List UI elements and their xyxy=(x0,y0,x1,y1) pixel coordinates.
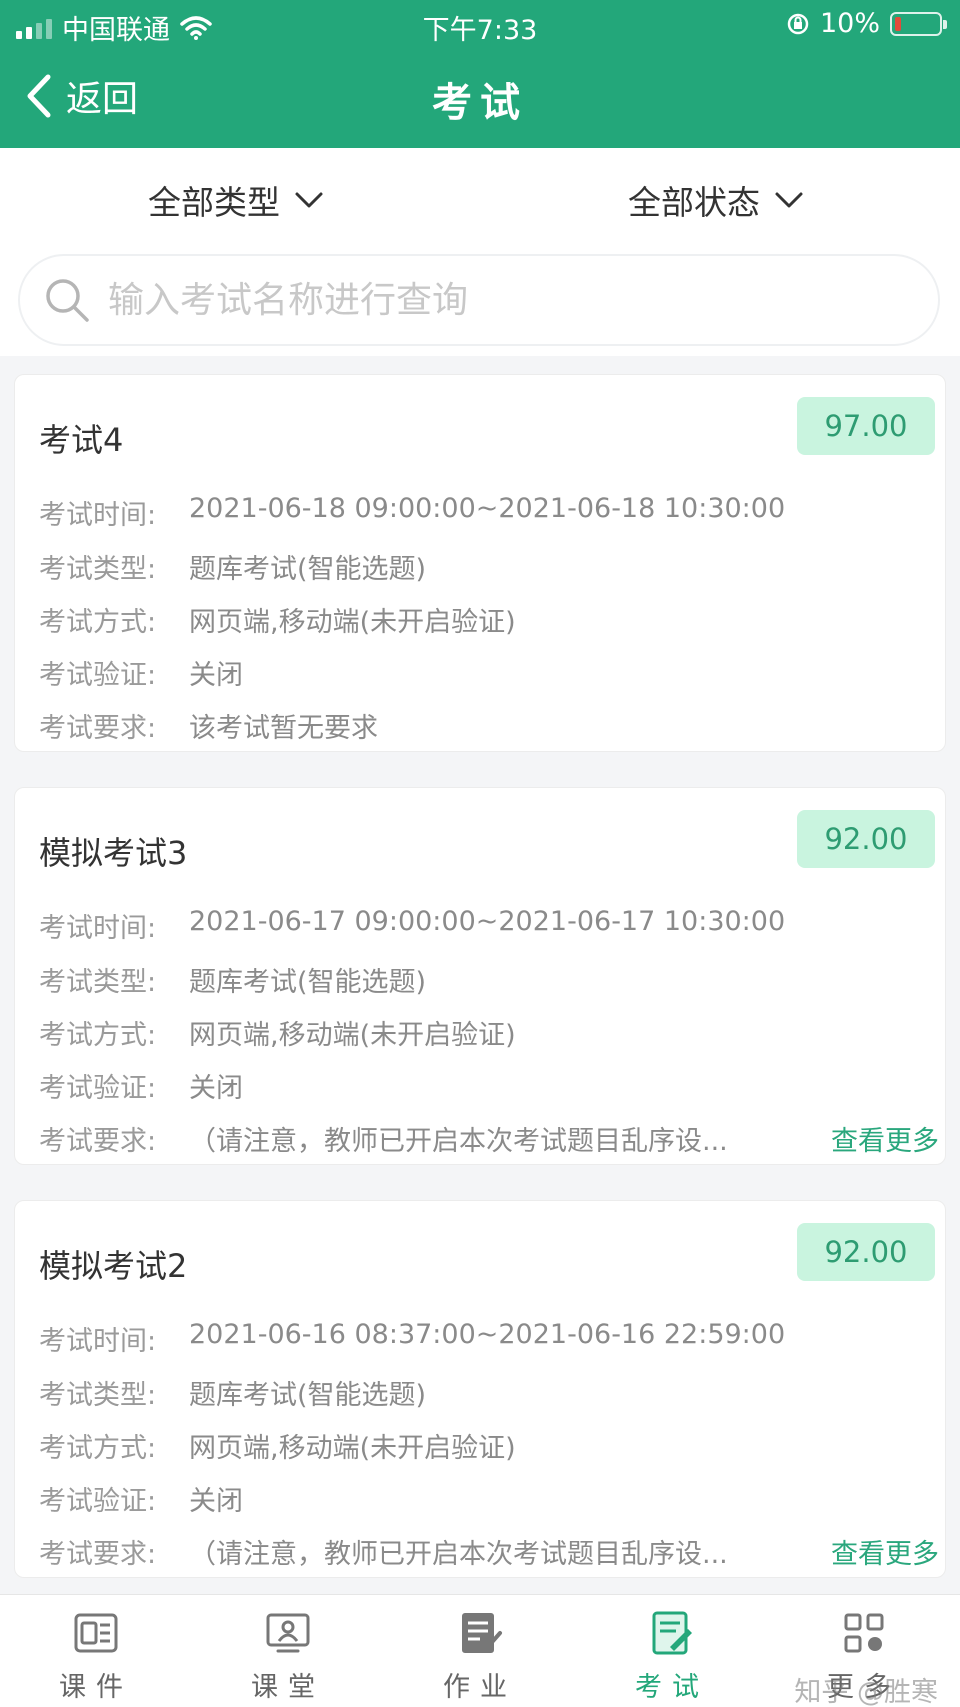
page-title: 考试 xyxy=(432,80,528,126)
exam-title: 模拟考试2 xyxy=(39,1247,188,1285)
battery-percent: 10% xyxy=(819,8,880,39)
field-label: 考试时间: xyxy=(39,913,157,944)
exam-require: 该考试暂无要求 xyxy=(189,713,378,744)
exam-card[interactable]: 模拟考试3 92.00 考试时间: 2021-06-17 09:00:00~20… xyxy=(14,787,946,1165)
tab-classroom[interactable]: 课堂 xyxy=(228,1609,348,1704)
score-badge: 92.00 xyxy=(797,810,935,868)
field-label: 考试类型: xyxy=(39,554,157,585)
search-input[interactable] xyxy=(108,279,888,321)
exam-type: 题库考试(智能选题) xyxy=(189,967,427,998)
exam-require-row: 考试要求: （请注意，教师已开启本次考试题目乱序设... 查看更多 xyxy=(39,1119,939,1158)
exam-mode-row: 考试方式: 网页端,移动端(未开启验证) xyxy=(39,600,939,639)
exam-card[interactable]: 考试4 97.00 考试时间: 2021-06-18 09:00:00~2021… xyxy=(14,374,946,752)
search-icon xyxy=(46,279,89,322)
field-label: 考试验证: xyxy=(39,1073,157,1104)
field-label: 考试时间: xyxy=(39,500,157,531)
field-label: 考试要求: xyxy=(39,1126,157,1157)
exam-mode: 网页端,移动端(未开启验证) xyxy=(189,607,516,638)
tab-label: 作业 xyxy=(443,1672,517,1703)
exam-icon xyxy=(652,1611,692,1655)
exam-verify: 关闭 xyxy=(189,1073,243,1104)
tab-label: 考试 xyxy=(635,1672,709,1703)
courseware-icon xyxy=(74,1613,118,1653)
exam-title: 考试4 xyxy=(39,421,124,459)
rotation-lock-icon xyxy=(787,13,809,34)
view-more-link[interactable]: 查看更多 xyxy=(819,1119,939,1158)
filter-bar: 全部类型 全部状态 xyxy=(0,148,960,244)
exam-verify-row: 考试验证: 关闭 xyxy=(39,1479,939,1518)
field-label: 考试要求: xyxy=(39,1539,157,1570)
tab-courseware[interactable]: 课件 xyxy=(36,1609,156,1704)
exam-require-row: 考试要求: （请注意，教师已开启本次考试题目乱序设... 查看更多 xyxy=(39,1532,939,1571)
exam-require-row: 考试要求: 该考试暂无要求 xyxy=(39,706,939,745)
exam-time-row: 考试时间: 2021-06-18 09:00:00~2021-06-18 10:… xyxy=(39,493,939,532)
tab-label: 课堂 xyxy=(251,1672,325,1703)
score-badge: 92.00 xyxy=(797,1223,935,1281)
exam-title: 模拟考试3 xyxy=(39,834,188,872)
battery-icon xyxy=(890,11,947,36)
watermark: 知乎 @胜寒 xyxy=(794,1677,938,1707)
classroom-icon xyxy=(266,1613,310,1653)
field-label: 考试方式: xyxy=(39,1020,157,1051)
field-label: 考试方式: xyxy=(39,1433,157,1464)
chevron-down-icon xyxy=(775,192,803,208)
exam-time: 2021-06-18 09:00:00~2021-06-18 10:30:00 xyxy=(189,493,786,524)
exam-verify: 关闭 xyxy=(189,660,243,691)
field-label: 考试验证: xyxy=(39,1486,157,1517)
app-header: 中国联通 下午7:33 10% 返回 考试 xyxy=(0,0,960,148)
field-label: 考试方式: xyxy=(39,607,157,638)
exam-time-row: 考试时间: 2021-06-16 08:37:00~2021-06-16 22:… xyxy=(39,1319,939,1358)
search-box xyxy=(18,254,940,346)
nav-bar: 返回 考试 xyxy=(0,60,960,144)
exam-verify-row: 考试验证: 关闭 xyxy=(39,653,939,692)
status-filter-label: 全部状态 xyxy=(628,183,760,222)
type-filter-label: 全部类型 xyxy=(148,183,280,222)
exam-card[interactable]: 模拟考试2 92.00 考试时间: 2021-06-16 08:37:00~20… xyxy=(14,1200,946,1578)
view-more-link[interactable]: 查看更多 xyxy=(819,1532,939,1571)
field-label: 考试验证: xyxy=(39,660,157,691)
tab-exam[interactable]: 考试 xyxy=(612,1609,732,1704)
status-bar: 中国联通 下午7:33 10% xyxy=(0,0,960,50)
type-filter-dropdown[interactable]: 全部类型 xyxy=(148,176,324,224)
score-badge: 97.00 xyxy=(797,397,935,455)
exam-type-row: 考试类型: 题库考试(智能选题) xyxy=(39,960,939,999)
exam-require: （请注意，教师已开启本次考试题目乱序设... xyxy=(189,1539,728,1570)
exam-mode: 网页端,移动端(未开启验证) xyxy=(189,1020,516,1051)
exam-time-row: 考试时间: 2021-06-17 09:00:00~2021-06-17 10:… xyxy=(39,906,939,945)
exam-time: 2021-06-17 09:00:00~2021-06-17 10:30:00 xyxy=(189,906,786,937)
field-label: 考试类型: xyxy=(39,1380,157,1411)
tab-label: 课件 xyxy=(59,1672,133,1703)
exam-verify-row: 考试验证: 关闭 xyxy=(39,1066,939,1105)
homework-icon xyxy=(462,1613,502,1653)
exam-type: 题库考试(智能选题) xyxy=(189,1380,427,1411)
exam-verify: 关闭 xyxy=(189,1486,243,1517)
exam-type-row: 考试类型: 题库考试(智能选题) xyxy=(39,547,939,586)
chevron-down-icon xyxy=(295,192,323,208)
status-filter-dropdown[interactable]: 全部状态 xyxy=(628,176,804,224)
more-grid-icon xyxy=(844,1613,884,1653)
exam-require: （请注意，教师已开启本次考试题目乱序设... xyxy=(189,1126,728,1157)
search-section xyxy=(0,244,960,356)
exam-mode-row: 考试方式: 网页端,移动端(未开启验证) xyxy=(39,1426,939,1465)
field-label: 考试时间: xyxy=(39,1326,157,1357)
exam-time: 2021-06-16 08:37:00~2021-06-16 22:59:00 xyxy=(189,1319,786,1350)
exam-mode: 网页端,移动端(未开启验证) xyxy=(189,1433,516,1464)
exam-type: 题库考试(智能选题) xyxy=(189,554,427,585)
exam-type-row: 考试类型: 题库考试(智能选题) xyxy=(39,1373,939,1412)
tab-homework[interactable]: 作业 xyxy=(420,1609,540,1704)
field-label: 考试要求: xyxy=(39,713,157,744)
field-label: 考试类型: xyxy=(39,967,157,998)
exam-mode-row: 考试方式: 网页端,移动端(未开启验证) xyxy=(39,1013,939,1052)
